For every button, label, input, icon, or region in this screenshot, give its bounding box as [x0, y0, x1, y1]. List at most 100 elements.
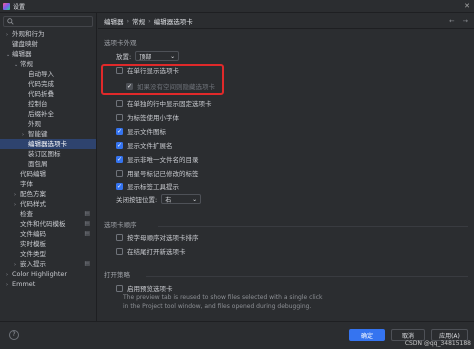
forward-arrow-icon[interactable]: →	[463, 17, 468, 25]
appearance-option[interactable]: ✓ 显示文件扩展名	[116, 140, 173, 150]
sidebar-item-label: 外观和行为	[12, 30, 45, 38]
appearance-option[interactable]: 在单独的行中显示固定选项卡	[116, 98, 212, 108]
sidebar-item[interactable]: 字体	[0, 179, 96, 189]
sidebar-item[interactable]: ⌄ 编辑器	[0, 49, 96, 59]
close-button-position-row: 关闭按钮位置: 右 ⌄	[116, 194, 202, 204]
sidebar-item-label: 嵌入提示	[20, 260, 46, 268]
sidebar-item-label: 智能键	[28, 130, 48, 138]
checkbox[interactable]: ✓	[116, 141, 123, 149]
sidebar-item-label: 常规	[20, 60, 33, 68]
sidebar-item[interactable]: 文件类型	[0, 249, 96, 259]
section-title-order: 选项卡顺序	[104, 221, 137, 229]
checkbox[interactable]: ✓	[116, 155, 123, 163]
appearance-option[interactable]: 用星号标记已修改的标签	[116, 168, 199, 178]
sidebar-item-label: 字体	[20, 180, 33, 188]
preview-tab-description: The preview tab is reused to show files …	[123, 294, 353, 311]
sidebar-item[interactable]: 后缀补全	[0, 109, 96, 119]
back-arrow-icon[interactable]: ←	[449, 17, 454, 25]
watermark: CSDN @qq_34815188	[404, 340, 471, 347]
preview-tab-option[interactable]: 启用预览选项卡	[116, 283, 173, 293]
checkbox-label: 显示标签工具提示	[127, 183, 179, 191]
preview-tab-checkbox[interactable]	[116, 284, 123, 292]
checkbox[interactable]: ✓	[116, 127, 123, 135]
checkbox[interactable]	[116, 247, 123, 255]
chevron-down-icon: ⌄	[170, 52, 176, 60]
sidebar-item-label: 装订区图标	[28, 150, 61, 158]
search-icon	[7, 18, 14, 25]
sidebar-item[interactable]: › 嵌入提示 ▤	[0, 259, 96, 269]
sidebar-item[interactable]: 代码编辑	[0, 169, 96, 179]
sidebar-item[interactable]: 面包屑	[0, 159, 96, 169]
checkbox[interactable]	[116, 233, 123, 241]
project-scope-icon: ▤	[84, 230, 90, 237]
sidebar-item[interactable]: › Emmet	[0, 279, 96, 289]
checkbox[interactable]	[116, 169, 123, 177]
sidebar-item-label: 实时模板	[20, 240, 46, 248]
checkbox-label: 用星号标记已修改的标签	[127, 170, 199, 178]
sidebar-item-label: 后缀补全	[28, 110, 54, 118]
sidebar-item[interactable]: › 外观和行为	[0, 29, 96, 39]
sidebar-item[interactable]: 装订区图标	[0, 149, 96, 159]
breadcrumb-item-editor[interactable]: 编辑器	[104, 16, 124, 26]
appearance-option[interactable]: ✓ 显示非唯一文件名的目录	[116, 154, 199, 164]
project-scope-icon: ▤	[84, 260, 90, 267]
appearance-option[interactable]: ✓ 显示文件图标	[116, 126, 166, 136]
sidebar-item-label: 文件类型	[20, 250, 46, 258]
search-input[interactable]	[3, 16, 93, 27]
checkbox[interactable]	[116, 113, 123, 121]
settings-content: 编辑器 › 常规 › 编辑器选项卡 ← → 选项卡外观 放置: 顶部 ⌄ 在单行…	[98, 13, 474, 321]
sidebar-item[interactable]: › 智能键	[0, 129, 96, 139]
placement-label: 放置:	[116, 53, 132, 61]
project-scope-icon: ▤	[84, 210, 90, 217]
placement-select[interactable]: 顶部 ⌄	[135, 51, 180, 61]
ok-button[interactable]: 确定	[349, 329, 385, 341]
checkbox-label: 为标签使用小字体	[127, 114, 179, 122]
close-button-position-value: 右	[165, 196, 172, 204]
settings-tree: › 外观和行为 键盘映射 ⌄ 编辑器 ⌄ 常规 自动导入 代码完成 代码折叠 控制台 后缀补全外观 › 智…	[0, 29, 96, 289]
checkbox-label: 显示非唯一文件名的目录	[127, 156, 199, 164]
help-icon[interactable]: ?	[9, 330, 19, 340]
appearance-option[interactable]: 为标签使用小字体	[116, 112, 179, 122]
checkbox-label: 按字母顺序对选项卡排序	[127, 234, 199, 242]
sidebar-item[interactable]: 编辑器选项卡	[0, 139, 96, 149]
sidebar-item[interactable]: › Color Highlighter	[0, 269, 96, 279]
placement-value: 顶部	[139, 53, 152, 61]
sidebar-item[interactable]: 控制台	[0, 99, 96, 109]
sidebar-item-label: 外观	[28, 120, 41, 128]
preview-tab-label: 启用预览选项卡	[127, 285, 173, 293]
sidebar-item[interactable]: › 配色方案	[0, 189, 96, 199]
sidebar-item[interactable]: 外观	[0, 119, 96, 129]
sidebar-item[interactable]: › 代码样式	[0, 199, 96, 209]
appearance-option[interactable]: ✓ 显示标签工具提示	[116, 181, 179, 191]
section-divider	[158, 226, 468, 227]
sidebar-item-label: Color Highlighter	[12, 270, 68, 278]
sidebar-item[interactable]: 实时模板	[0, 239, 96, 249]
order-option[interactable]: 按字母顺序对选项卡排序	[116, 232, 199, 242]
checkbox[interactable]	[116, 99, 123, 107]
sidebar-item[interactable]: 文件和代码模板 ▤	[0, 219, 96, 229]
checkbox-label: 在结尾打开新选项卡	[127, 248, 186, 256]
breadcrumb-separator: ›	[126, 16, 130, 25]
sidebar-item[interactable]: 检查 ▤	[0, 209, 96, 219]
preview-desc-line1: The preview tab is reused to show files …	[123, 294, 323, 301]
sidebar-item-label: 代码完成	[28, 80, 54, 88]
sidebar-item-label: 面包屑	[28, 160, 48, 168]
window-controls: ✕	[464, 2, 470, 10]
checkbox[interactable]: ✓	[116, 182, 123, 190]
order-option[interactable]: 在结尾打开新选项卡	[116, 246, 186, 256]
sidebar-item[interactable]: 代码完成	[0, 79, 96, 89]
settings-sidebar: › 外观和行为 键盘映射 ⌄ 编辑器 ⌄ 常规 自动导入 代码完成 代码折叠 控制台 后缀补全外观 › 智…	[0, 13, 97, 321]
sidebar-item[interactable]: 自动导入	[0, 69, 96, 79]
sidebar-item[interactable]: 键盘映射	[0, 39, 96, 49]
sidebar-item[interactable]: 代码折叠	[0, 89, 96, 99]
close-button-position-select[interactable]: 右 ⌄	[161, 194, 202, 204]
sidebar-item[interactable]: ⌄ 常规	[0, 59, 96, 69]
sidebar-item-label: 编辑器选项卡	[28, 140, 67, 148]
sidebar-item[interactable]: 文件编码 ▤	[0, 229, 96, 239]
close-icon[interactable]: ✕	[464, 2, 470, 10]
title-bar: 设置 ✕	[0, 0, 474, 13]
sidebar-item-label: 检查	[20, 210, 33, 218]
preview-desc-line2: in the Project tool window, and files op…	[123, 302, 312, 310]
breadcrumb-item-general[interactable]: 常规	[132, 16, 145, 26]
close-button-position-label: 关闭按钮位置:	[116, 196, 158, 204]
